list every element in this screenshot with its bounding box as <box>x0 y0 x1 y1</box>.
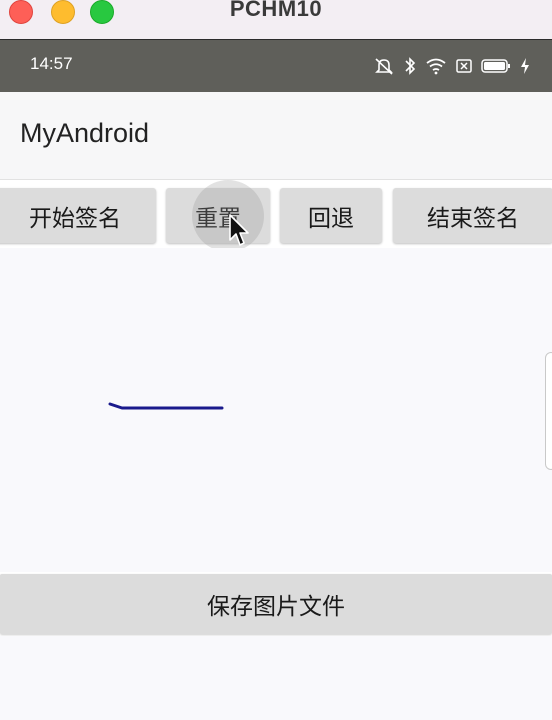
save-image-button[interactable]: 保存图片文件 <box>0 574 552 634</box>
status-time: 14:57 <box>30 54 73 73</box>
signature-stroke-layer <box>108 402 224 410</box>
bottom-blank-area <box>0 636 552 720</box>
signature-toolbar: 开始签名 重置 回退 结束签名 <box>0 186 552 246</box>
sim-icon <box>456 58 472 74</box>
end-signing-button[interactable]: 结束签名 <box>393 188 552 243</box>
reset-button[interactable]: 重置 <box>166 188 270 243</box>
mute-icon <box>373 56 395 76</box>
signature-stroke <box>108 402 224 410</box>
start-signing-button[interactable]: 开始签名 <box>0 188 156 243</box>
battery-icon <box>481 58 511 74</box>
window-title: PCHM10 <box>229 0 323 21</box>
window-title-bar: PCHM10 <box>0 0 552 40</box>
edge-scroll-handle[interactable] <box>545 352 552 470</box>
undo-button[interactable]: 回退 <box>280 188 382 243</box>
bluetooth-icon <box>404 56 416 76</box>
status-bar: 14:57 <box>0 40 552 92</box>
charging-icon <box>520 57 530 75</box>
status-icons <box>373 55 530 77</box>
app-title: MyAndroid <box>20 118 150 148</box>
signature-canvas[interactable] <box>0 248 552 572</box>
app-bar: MyAndroid <box>0 92 552 180</box>
wifi-icon <box>425 57 447 75</box>
